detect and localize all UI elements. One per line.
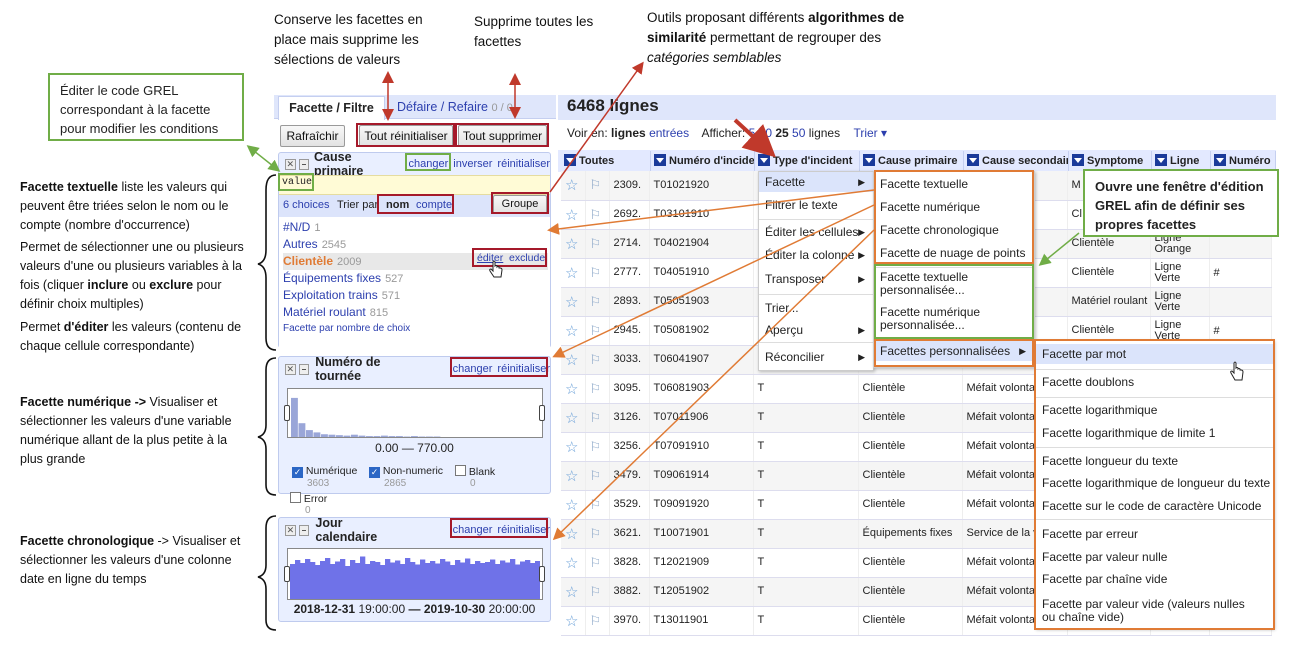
- arrows-overlay: [246, 61, 1080, 541]
